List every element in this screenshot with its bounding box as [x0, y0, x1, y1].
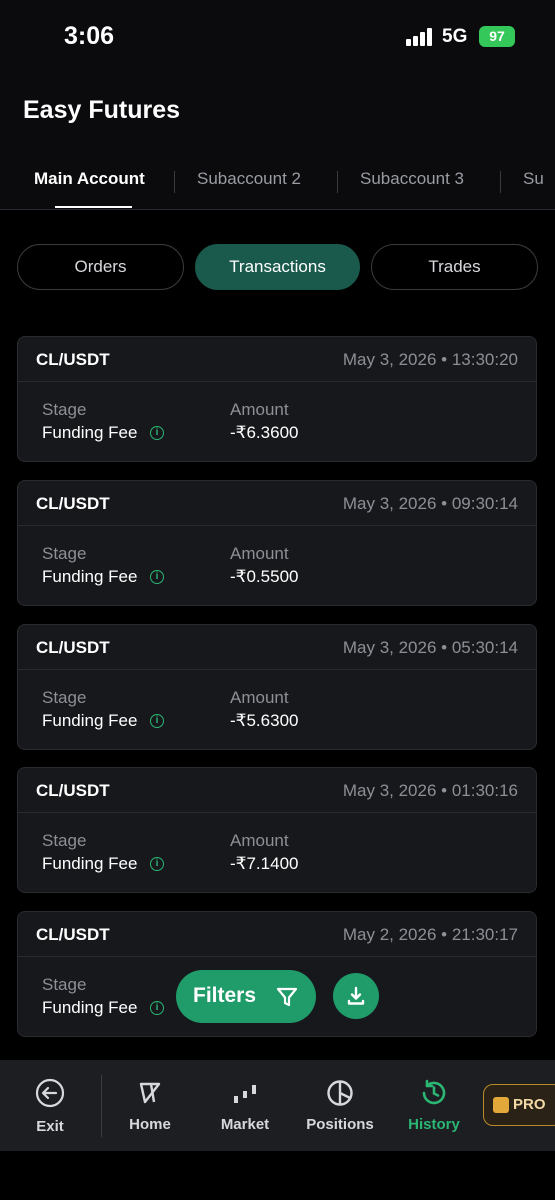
history-icon: [422, 1079, 446, 1105]
tab-separator: [174, 171, 175, 193]
tab-main-account[interactable]: Main Account: [34, 169, 145, 189]
info-icon[interactable]: i: [150, 426, 164, 440]
active-tab-indicator: [55, 206, 132, 208]
transaction-datetime: May 3, 2026 • 05:30:14: [342, 638, 518, 657]
nav-label: Exit: [36, 1118, 64, 1135]
info-icon[interactable]: i: [150, 714, 164, 728]
filters-button[interactable]: Filters: [176, 970, 316, 1023]
pro-button[interactable]: PRO: [483, 1084, 555, 1126]
pair-label: CL/USDT: [36, 781, 110, 800]
stage-value: Funding Fee: [42, 998, 138, 1017]
amount-label: Amount: [230, 831, 289, 850]
filters-label: Filters: [193, 984, 257, 1007]
nav-label: History: [408, 1116, 460, 1133]
download-button[interactable]: [333, 973, 379, 1019]
nav-positions[interactable]: Positions: [302, 1060, 378, 1151]
segment-transactions[interactable]: Transactions: [195, 244, 360, 290]
transaction-card: CL/USDT May 3, 2026 • 09:30:14 Stage Fun…: [17, 480, 537, 606]
nav-history[interactable]: History: [402, 1060, 466, 1151]
amount-value: -₹0.5500: [230, 567, 299, 586]
stage-value: Funding Fee: [42, 423, 138, 442]
transaction-datetime: May 3, 2026 • 01:30:16: [342, 781, 518, 800]
stage-label: Stage: [42, 400, 87, 419]
tab-separator: [337, 171, 338, 193]
stage-label: Stage: [42, 688, 87, 707]
pro-label: PRO: [513, 1096, 546, 1113]
segment-orders[interactable]: Orders: [17, 244, 184, 290]
page-title: Easy Futures: [23, 96, 181, 124]
info-icon[interactable]: i: [150, 1001, 164, 1015]
amount-value: -₹6.3600: [230, 423, 299, 442]
battery-level: 97: [489, 28, 505, 44]
download-icon: [347, 986, 365, 1005]
transaction-card: CL/USDT May 3, 2026 • 05:30:14 Stage Fun…: [17, 624, 537, 750]
amount-label: Amount: [230, 688, 289, 707]
pair-label: CL/USDT: [36, 494, 110, 513]
exit-icon: [35, 1078, 65, 1108]
card-divider: [18, 381, 536, 382]
bottom-navigation: Exit Home Market Positions History: [0, 1060, 555, 1151]
stage-value: Funding Fee: [42, 567, 138, 586]
nav-label: Home: [129, 1116, 171, 1133]
tab-subaccount-4[interactable]: Su: [523, 169, 544, 189]
tab-separator: [500, 171, 501, 193]
nav-separator: [101, 1075, 102, 1137]
amount-label: Amount: [230, 400, 289, 419]
pie-chart-icon: [327, 1080, 353, 1106]
info-icon[interactable]: i: [150, 570, 164, 584]
info-icon[interactable]: i: [150, 857, 164, 871]
transaction-datetime: May 3, 2026 • 09:30:14: [342, 494, 518, 513]
card-divider: [18, 525, 536, 526]
nav-exit[interactable]: Exit: [20, 1060, 80, 1151]
amount-value: -₹5.6300: [230, 711, 299, 730]
stage-value: Funding Fee: [42, 711, 138, 730]
header-divider: [0, 209, 555, 210]
amount-label: Amount: [230, 544, 289, 563]
network-type: 5G: [442, 26, 468, 47]
pair-label: CL/USDT: [36, 350, 110, 369]
app-header: Easy Futures Main Account Subaccount 2 S…: [0, 66, 555, 210]
bar-chart-icon: [234, 1085, 256, 1103]
stage-label: Stage: [42, 544, 87, 563]
nav-home[interactable]: Home: [118, 1060, 182, 1151]
stage-value: Funding Fee: [42, 854, 138, 873]
account-tabs: Main Account Subaccount 2 Subaccount 3 S…: [0, 163, 555, 209]
filter-icon: [276, 987, 298, 1007]
status-time: 3:06: [64, 22, 115, 50]
transaction-card: CL/USDT May 3, 2026 • 01:30:16 Stage Fun…: [17, 767, 537, 893]
battery-icon: 97: [479, 26, 515, 47]
card-divider: [18, 956, 536, 957]
transaction-card: CL/USDT May 3, 2026 • 13:30:20 Stage Fun…: [17, 336, 537, 462]
pair-label: CL/USDT: [36, 638, 110, 657]
segment-trades[interactable]: Trades: [371, 244, 538, 290]
stage-label: Stage: [42, 831, 87, 850]
transaction-datetime: May 3, 2026 • 13:30:20: [342, 350, 518, 369]
status-bar: 3:06 5G 97: [0, 0, 555, 66]
card-divider: [18, 812, 536, 813]
pair-label: CL/USDT: [36, 925, 110, 944]
home-indicator-area: [0, 1151, 555, 1200]
signal-icon: [406, 28, 434, 46]
transaction-datetime: May 2, 2026 • 21:30:17: [342, 925, 518, 944]
home-icon: [139, 1082, 161, 1104]
tab-subaccount-2[interactable]: Subaccount 2: [197, 169, 301, 189]
nav-label: Market: [220, 1116, 270, 1133]
nav-market[interactable]: Market: [213, 1060, 277, 1151]
amount-value: -₹7.1400: [230, 854, 299, 873]
card-divider: [18, 669, 536, 670]
tab-subaccount-3[interactable]: Subaccount 3: [360, 169, 464, 189]
nav-label: Positions: [306, 1116, 374, 1133]
stage-label: Stage: [42, 975, 87, 994]
pro-logo-icon: [493, 1097, 509, 1113]
